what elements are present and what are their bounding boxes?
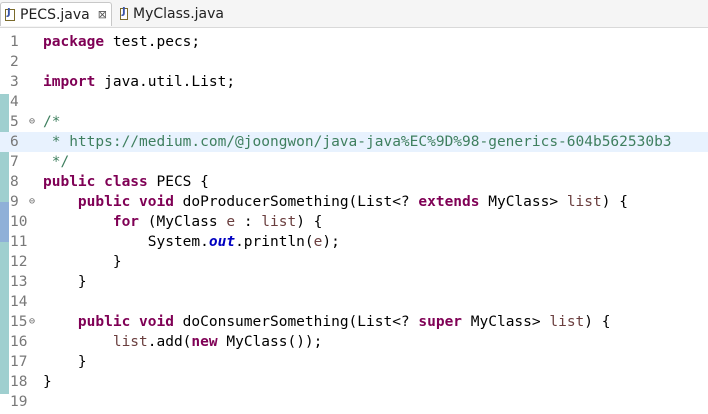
tab-myclass-java[interactable]: MyClass.java (112, 2, 224, 26)
code-text: } (43, 274, 87, 290)
code-text: public void doConsumerSomething(List<? s… (77, 314, 611, 330)
line-number: 2 (10, 54, 19, 70)
code-line[interactable]: 17 } (0, 352, 708, 372)
java-file-icon (120, 6, 129, 20)
code-text: /* (43, 114, 61, 130)
close-tab-icon[interactable]: ⊠ (98, 8, 107, 21)
code-text: } (43, 354, 87, 370)
code-line[interactable]: 2 (0, 52, 708, 72)
code-line[interactable]: 18} (0, 372, 708, 392)
line-number: 7 (10, 154, 19, 170)
code-line[interactable]: 15 ⊖ public void doConsumerSomething(List… (0, 312, 708, 332)
fold-toggle-icon[interactable]: ⊖ (29, 192, 35, 212)
fold-toggle-icon[interactable]: ⊖ (29, 312, 35, 332)
code-line[interactable]: 4 (0, 92, 708, 112)
code-line[interactable]: 10 for (MyClass e : list) { (0, 212, 708, 232)
code-text: package test.pecs; (43, 34, 201, 50)
code-editor[interactable]: 1 package test.pecs; 2 3 import java.util.Li… (0, 28, 708, 414)
code-line[interactable]: 8 public class PECS { (0, 172, 708, 192)
code-text: } (43, 254, 122, 270)
line-number: 1 (10, 34, 19, 50)
code-line[interactable]: 14 (0, 292, 708, 312)
code-line[interactable]: 3 import java.util.List; (0, 72, 708, 92)
tab-pecs-java[interactable]: PECS.java ⊠ (0, 2, 112, 26)
code-line[interactable]: 5 ⊖/* (0, 112, 708, 132)
line-number: 13 (10, 274, 28, 290)
code-text: import java.util.List; (43, 74, 236, 90)
code-text: * https://medium.com/@joongwon/java-java… (43, 134, 672, 150)
code-line[interactable]: 11 System.out.println(e); (0, 232, 708, 252)
code-line[interactable]: 12 } (0, 252, 708, 272)
code-text: list.add(new MyClass()); (112, 334, 323, 350)
code-text: System.out.println(e); (43, 234, 340, 250)
line-number: 18 (10, 374, 28, 390)
code-line[interactable]: 13 } (0, 272, 708, 292)
code-line[interactable]: 6 * https://medium.com/@joongwon/java-ja… (0, 132, 708, 152)
tab-label: PECS.java (20, 6, 90, 23)
line-number: 19 (10, 394, 28, 410)
line-number: 12 (10, 254, 28, 270)
code-text: */ (43, 154, 70, 170)
line-number: 10 (10, 214, 28, 230)
code-text: public class PECS { (43, 174, 209, 190)
code-text: for (MyClass e : list) { (112, 214, 323, 230)
code-line[interactable]: 1 package test.pecs; (0, 32, 708, 52)
tab-label: MyClass.java (133, 6, 224, 22)
code-text: } (43, 374, 52, 390)
fold-toggle-icon[interactable]: ⊖ (29, 112, 35, 132)
editor-tab-bar: PECS.java ⊠ MyClass.java (0, 0, 708, 28)
java-file-icon (5, 7, 15, 21)
line-number: 16 (10, 334, 28, 350)
line-number: 8 (10, 174, 19, 190)
line-number: 11 (10, 234, 28, 250)
line-number: 6 (10, 134, 19, 150)
line-number: 3 (10, 74, 19, 90)
code-line[interactable]: 9 ⊖ public void doProducerSomething(List<… (0, 192, 708, 212)
code-line[interactable]: 7 */ (0, 152, 708, 172)
code-line[interactable]: 19 (0, 392, 708, 412)
code-line[interactable]: 16 list.add(new MyClass()); (0, 332, 708, 352)
line-number: 4 (10, 94, 19, 110)
line-number: 14 (10, 294, 28, 310)
line-number: 17 (10, 354, 28, 370)
code-text: public void doProducerSomething(List<? e… (77, 194, 628, 210)
